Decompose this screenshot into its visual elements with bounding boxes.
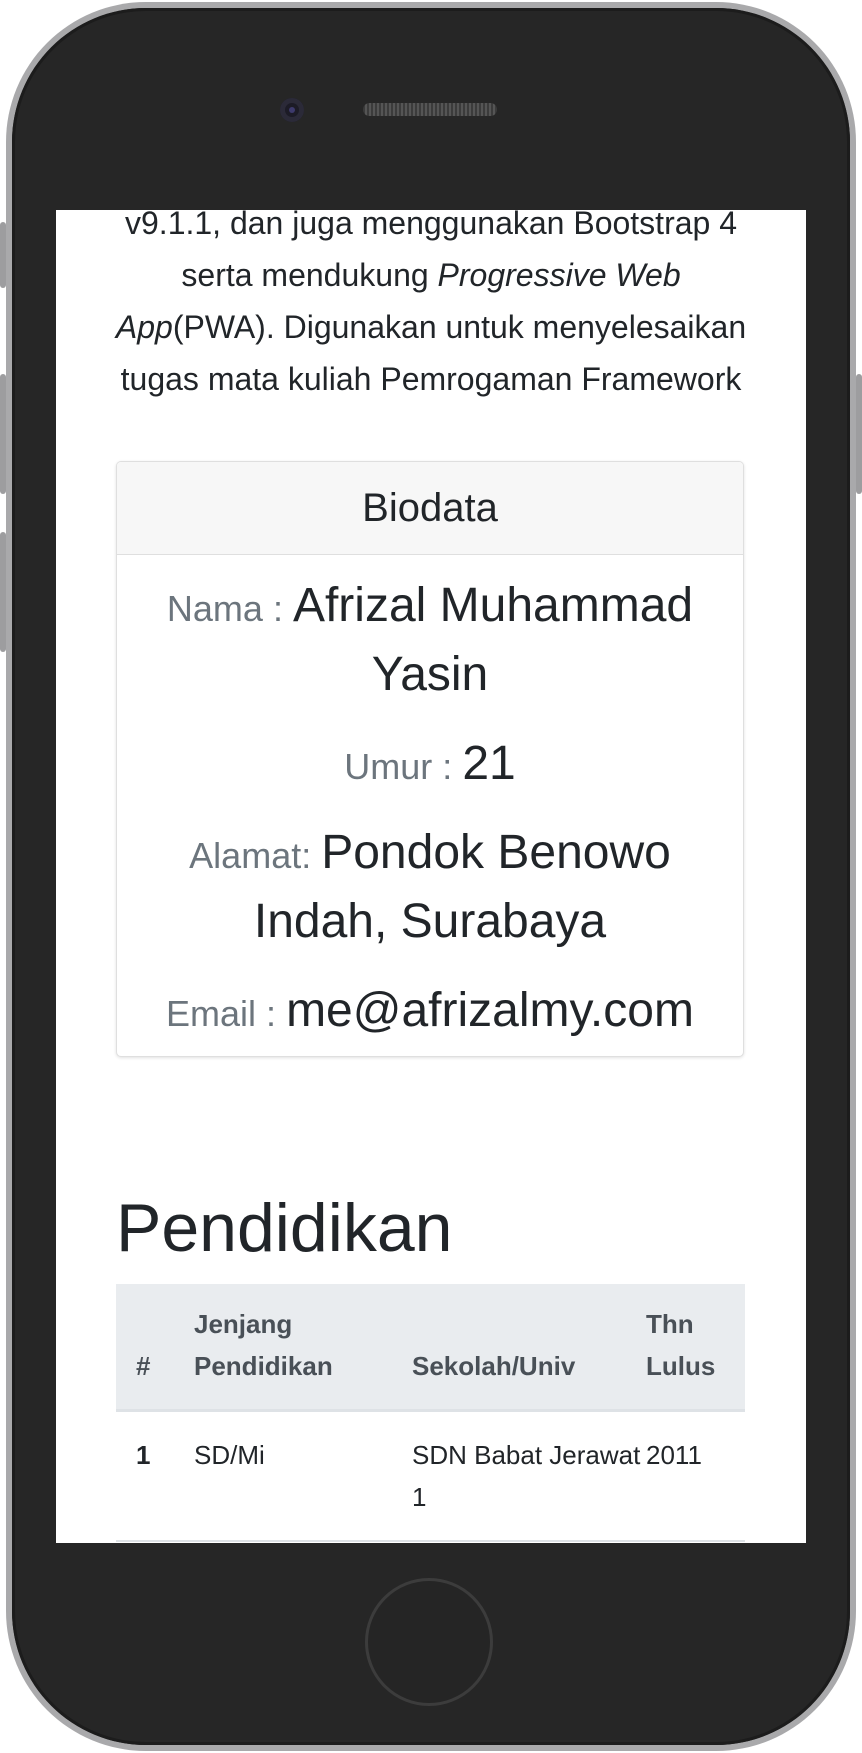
intro-paragraph: v9.1.1, dan juga menggunakan Bootstrap 4… (76, 210, 786, 405)
home-button[interactable] (365, 1578, 493, 1706)
row-tahun: 2011 (646, 1440, 702, 1470)
nama-value: Afrizal Muhammad Yasin (292, 579, 694, 701)
biodata-card-body: Nama : Afrizal Muhammad Yasin Umur : 21 … (117, 555, 743, 1051)
column-header-tahun: Thn Lulus (646, 1309, 716, 1381)
intro-app-italic: App (115, 309, 173, 345)
front-camera-icon (280, 98, 304, 122)
row-jenjang: SD/Mi (194, 1440, 265, 1470)
row-sekolah: SDN Babat Jerawat 1 (412, 1440, 641, 1512)
biodata-email-row: Email : me@afrizalmy.com (147, 982, 713, 1051)
email-value: me@afrizalmy.com (286, 984, 694, 1037)
table-header-row: # Jenjang Pendidikan Sekolah/Univ Thn Lu… (116, 1284, 745, 1412)
pendidikan-table: # Jenjang Pendidikan Sekolah/Univ Thn Lu… (116, 1284, 745, 1542)
volume-down-button (0, 532, 6, 652)
phone-screen: v9.1.1, dan juga menggunakan Bootstrap 4… (56, 210, 806, 1543)
pendidikan-heading: Pendidikan (116, 1190, 453, 1266)
intro-line-2-text: serta mendukung (181, 257, 438, 293)
column-header-sekolah: Sekolah/Univ (412, 1351, 576, 1381)
intro-pwa-italic: Progressive Web (437, 257, 681, 293)
mute-switch (0, 222, 6, 288)
nama-label: Nama : (166, 588, 293, 629)
power-button (856, 374, 862, 494)
intro-line-4: tugas mata kuliah Pemrogaman Framework (120, 361, 742, 397)
biodata-nama-row: Nama : Afrizal Muhammad Yasin (147, 577, 713, 715)
umur-value: 21 (462, 737, 516, 790)
biodata-card: Biodata Nama : Afrizal Muhammad Yasin Um… (116, 461, 744, 1057)
email-label: Email : (166, 993, 287, 1034)
column-header-number: # (136, 1351, 151, 1381)
volume-up-button (0, 374, 6, 494)
intro-line-1: v9.1.1, dan juga menggunakan Bootstrap 4 (125, 210, 737, 241)
column-header-jenjang: Jenjang Pendidikan (194, 1309, 333, 1381)
biodata-card-title: Biodata (117, 462, 743, 555)
table-row: 1 SD/Mi SDN Babat Jerawat 1 2011 (116, 1412, 745, 1542)
biodata-alamat-row: Alamat: Pondok Benowo Indah, Surabaya (147, 824, 713, 962)
speaker-grille (363, 103, 497, 116)
umur-label: Umur : (344, 746, 463, 787)
row-number: 1 (136, 1440, 151, 1470)
biodata-umur-row: Umur : 21 (147, 735, 713, 804)
alamat-label: Alamat: (189, 835, 322, 876)
intro-line-3-text: (PWA). Digunakan untuk menyelesaikan (172, 309, 747, 345)
